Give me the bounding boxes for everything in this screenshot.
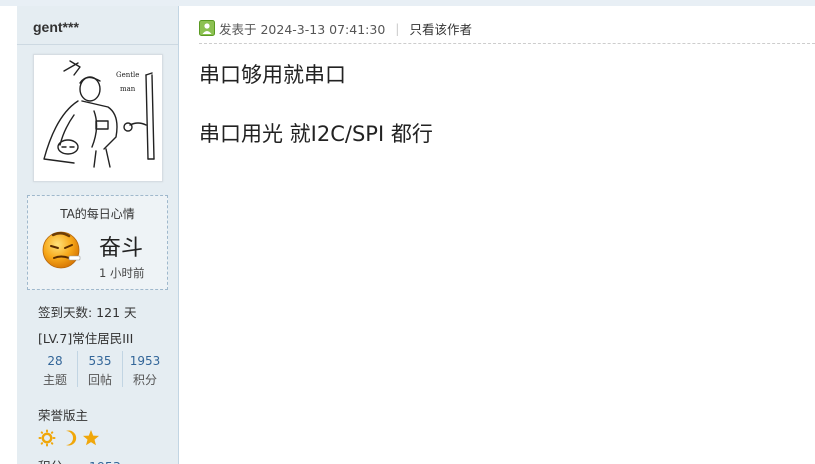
svg-text:Gentle: Gentle <box>116 71 139 79</box>
only-author-link[interactable]: 只看该作者 <box>410 19 473 38</box>
medal-list <box>38 429 100 447</box>
mood-time: 1 小时前 <box>99 266 145 280</box>
mood-title: TA的每日心情 <box>60 207 135 221</box>
separator: | <box>395 20 400 36</box>
avatar[interactable]: Gentle man <box>33 54 163 182</box>
post-time: 发表于 2024-3-13 07:41:30 <box>219 21 386 37</box>
honor-title: 荣誉版主 <box>38 408 89 423</box>
post-head-divider <box>199 43 815 44</box>
stat-replies[interactable]: 535 回帖 <box>77 351 122 387</box>
stat-value[interactable]: 535 <box>78 354 122 368</box>
sun-medal-icon[interactable] <box>38 429 56 447</box>
points-row: 积分 1953 <box>38 456 121 464</box>
post-content-line: 串口用光 就I2C/SPI 都行 <box>199 122 433 146</box>
post-meta: 发表于 2024-3-13 07:41:30 | 只看该作者 <box>199 19 472 37</box>
fighting-face-icon <box>41 229 83 275</box>
points-label: 积分 <box>38 459 63 464</box>
stat-threads[interactable]: 28 主题 <box>33 351 77 387</box>
post-content-line: 串口够用就串口 <box>199 63 346 87</box>
divider <box>17 44 178 45</box>
stat-label: 积分 <box>132 373 157 387</box>
stat-points[interactable]: 1953 积分 <box>122 351 167 387</box>
points-value[interactable]: 1953 <box>89 459 121 464</box>
checkin-days: 签到天数: 121 天 <box>38 305 137 320</box>
user-stats: 28 主题 535 回帖 1953 积分 <box>33 351 167 387</box>
stat-value[interactable]: 1953 <box>123 354 167 368</box>
online-status-icon <box>199 20 215 36</box>
moon-medal-icon[interactable] <box>60 429 78 447</box>
daily-mood-box: TA的每日心情 奋斗 1 小时前 <box>27 195 168 290</box>
svg-text:man: man <box>120 85 136 93</box>
mood-word: 奋斗 <box>99 236 144 261</box>
author-username[interactable]: gent*** <box>33 19 79 35</box>
user-level[interactable]: [LV.7]常住居民III <box>38 328 133 347</box>
stat-label: 主题 <box>42 373 67 387</box>
stat-value[interactable]: 28 <box>33 354 77 368</box>
stat-label: 回帖 <box>87 373 112 387</box>
author-sidebar: gent*** Gentle man TA的每日心情 奋斗 1 小时前 签到天数… <box>17 6 179 464</box>
star-medal-icon[interactable] <box>82 429 100 447</box>
